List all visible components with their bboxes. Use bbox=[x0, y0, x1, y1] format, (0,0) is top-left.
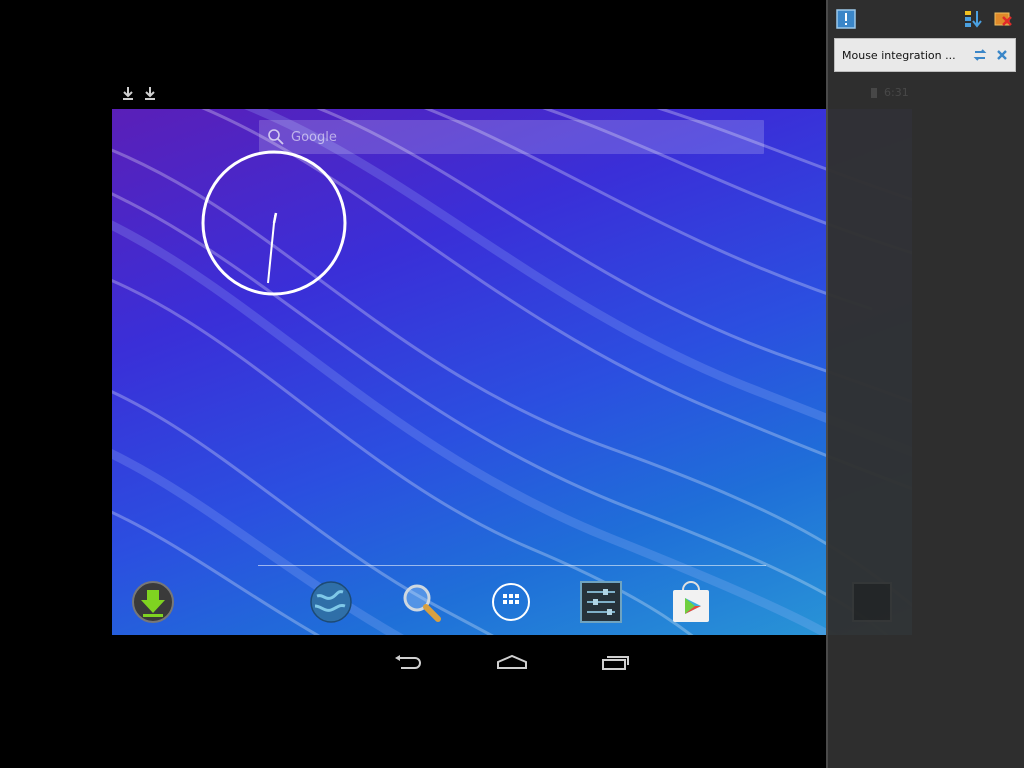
android-home-screen: Google bbox=[112, 109, 912, 635]
sort-button[interactable] bbox=[962, 8, 984, 30]
downloads-app-icon[interactable] bbox=[130, 579, 176, 625]
info-button[interactable] bbox=[835, 8, 857, 30]
search-icon bbox=[268, 129, 284, 145]
toggle-arrows-icon bbox=[973, 49, 987, 61]
home-icon bbox=[497, 654, 527, 669]
recent-apps-button[interactable] bbox=[596, 649, 636, 675]
back-icon bbox=[395, 655, 421, 669]
browser-globe-icon[interactable] bbox=[308, 579, 354, 625]
battery-icon bbox=[871, 87, 877, 98]
play-store-icon[interactable] bbox=[668, 579, 714, 625]
notification-side-panel: Mouse integration ... 6:31 bbox=[826, 0, 1024, 768]
download-notification-icon[interactable] bbox=[122, 86, 134, 100]
ghost-time-text: 6:31 bbox=[884, 86, 909, 99]
panel-toolbar bbox=[828, 0, 1024, 36]
analog-clock-widget[interactable] bbox=[200, 149, 348, 297]
toggle-integration-button[interactable] bbox=[971, 46, 989, 64]
home-button[interactable] bbox=[492, 649, 532, 675]
dismiss-notification-button[interactable] bbox=[993, 46, 1011, 64]
notification-card[interactable]: Mouse integration ... bbox=[834, 38, 1016, 72]
ghost-status: 6:31 bbox=[870, 86, 909, 99]
search-app-icon[interactable] bbox=[398, 579, 444, 625]
clear-all-icon bbox=[994, 12, 1012, 26]
settings-sliders-icon[interactable] bbox=[578, 579, 624, 625]
back-button[interactable] bbox=[388, 649, 428, 675]
download-notification-icon[interactable] bbox=[144, 86, 156, 100]
sort-icon bbox=[965, 11, 982, 28]
dock-divider bbox=[258, 565, 766, 566]
notification-text: Mouse integration ... bbox=[842, 48, 956, 62]
info-icon bbox=[836, 9, 856, 29]
navigation-bar bbox=[112, 635, 912, 687]
status-notifications bbox=[122, 86, 156, 100]
close-icon bbox=[997, 50, 1007, 60]
search-hint: Google bbox=[291, 129, 337, 145]
recent-apps-icon bbox=[602, 656, 629, 670]
app-drawer-icon[interactable] bbox=[488, 579, 534, 625]
clear-all-button[interactable] bbox=[992, 8, 1014, 30]
ghost-settings-tile bbox=[852, 582, 892, 622]
